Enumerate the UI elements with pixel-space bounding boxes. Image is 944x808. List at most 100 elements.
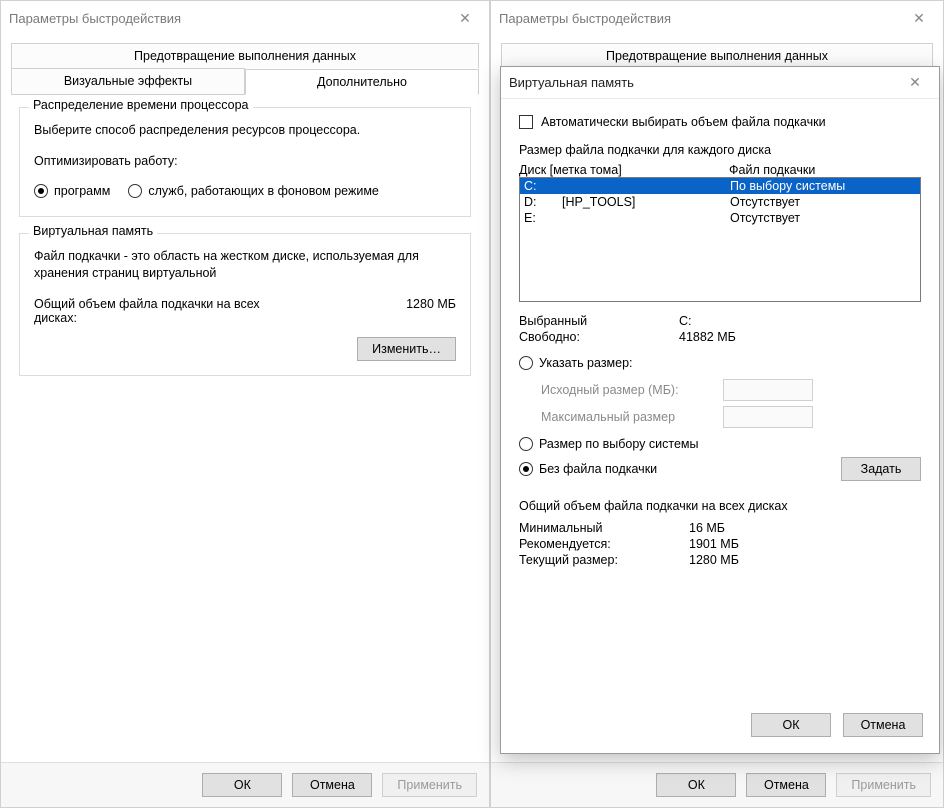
initial-size-label: Исходный размер (МБ): — [541, 383, 723, 397]
tab-visual-effects[interactable]: Визуальные эффекты — [11, 68, 245, 94]
radio-label: Без файла подкачки — [539, 462, 657, 476]
radio-icon — [34, 184, 48, 198]
radio-icon — [128, 184, 142, 198]
radio-icon — [519, 437, 533, 451]
cur-value: 1280 МБ — [689, 553, 739, 567]
col-pagefile: Файл подкачки — [729, 163, 921, 177]
titlebar: Параметры быстродействия ✕ — [491, 1, 943, 35]
free-value: 41882 МБ — [679, 330, 736, 344]
cancel-button[interactable]: Отмена — [746, 773, 826, 797]
drive-label: [HP_TOOLS] — [562, 195, 730, 209]
close-icon[interactable]: ✕ — [903, 10, 935, 27]
group-legend: Распределение времени процессора — [29, 98, 253, 112]
rec-row: Рекомендуется: 1901 МБ — [519, 537, 921, 551]
radio-background-services[interactable]: служб, работающих в фоновом режиме — [128, 184, 379, 198]
body: Предотвращение выполнения данных Визуаль… — [1, 35, 489, 762]
perf-options-window-left: Параметры быстродействия ✕ Предотвращени… — [0, 0, 490, 808]
max-size-label: Максимальный размер — [541, 410, 723, 424]
radio-label: Размер по выбору системы — [539, 437, 699, 451]
drive-pagefile: Отсутствует — [730, 195, 916, 209]
cancel-button[interactable]: Отмена — [843, 713, 923, 737]
drive-letter: E: — [524, 211, 562, 225]
ok-button[interactable]: ОК — [656, 773, 736, 797]
cpu-desc: Выберите способ распределения ресурсов п… — [34, 122, 456, 140]
group-processor-scheduling: Распределение времени процессора Выберит… — [19, 107, 471, 217]
vm-total-value: 1280 МБ — [406, 297, 456, 325]
tab-dep[interactable]: Предотвращение выполнения данных — [501, 43, 933, 68]
col-drive: Диск [метка тома] — [519, 163, 729, 177]
checkbox-label: Автоматически выбирать объем файла подка… — [541, 115, 826, 129]
rec-label: Рекомендуется: — [519, 537, 689, 551]
group-legend: Виртуальная память — [29, 224, 157, 238]
radio-icon — [519, 356, 533, 370]
window-title: Параметры быстродействия — [499, 11, 903, 26]
dialog-button-row: ОК Отмена — [501, 701, 939, 753]
checkbox-icon — [519, 115, 533, 129]
apply-button: Применить — [836, 773, 931, 797]
min-value: 16 МБ — [689, 521, 725, 535]
vm-desc: Файл подкачки - это область на жестком д… — [34, 248, 456, 283]
min-label: Минимальный — [519, 521, 689, 535]
drive-pagefile: По выбору системы — [730, 179, 916, 193]
initial-size-row: Исходный размер (МБ): — [541, 379, 921, 401]
no-pagefile-row: Без файла подкачки Задать — [519, 457, 921, 481]
radio-label: программ — [54, 184, 110, 198]
radio-icon — [519, 462, 533, 476]
dialog-title: Виртуальная память — [509, 75, 899, 90]
close-icon[interactable]: ✕ — [449, 10, 481, 27]
radio-no-pagefile[interactable]: Без файла подкачки — [519, 462, 657, 476]
titlebar: Виртуальная память ✕ — [501, 67, 939, 99]
ok-button[interactable]: ОК — [751, 713, 831, 737]
set-button[interactable]: Задать — [841, 457, 921, 481]
change-button[interactable]: Изменить… — [357, 337, 456, 361]
drive-pagefile: Отсутствует — [730, 211, 916, 225]
drive-letter: C: — [524, 179, 562, 193]
selected-label: Выбранный — [519, 314, 679, 328]
selected-drive-row: Выбранный C: — [519, 314, 921, 328]
tab-advanced[interactable]: Дополнительно — [245, 69, 479, 95]
titlebar: Параметры быстродействия ✕ — [1, 1, 489, 35]
auto-manage-checkbox[interactable]: Автоматически выбирать объем файла подка… — [519, 115, 921, 129]
cpu-radio-row: программ служб, работающих в фоновом реж… — [34, 180, 456, 202]
free-label: Свободно: — [519, 330, 679, 344]
drive-label — [562, 211, 730, 225]
apply-button: Применить — [382, 773, 477, 797]
rec-value: 1901 МБ — [689, 537, 739, 551]
radio-label: Указать размер: — [539, 356, 633, 370]
ok-button[interactable]: ОК — [202, 773, 282, 797]
totals: Минимальный 16 МБ Рекомендуется: 1901 МБ… — [519, 521, 921, 567]
dialog-buttons: ОК Отмена Применить — [1, 762, 489, 807]
drive-list[interactable]: C: По выбору системы D: [HP_TOOLS] Отсут… — [519, 177, 921, 302]
optimize-label: Оптимизировать работу: — [34, 154, 456, 168]
tab-dep[interactable]: Предотвращение выполнения данных — [11, 43, 479, 68]
advanced-panel: Распределение времени процессора Выберит… — [11, 95, 479, 404]
max-size-input — [723, 406, 813, 428]
cur-row: Текущий размер: 1280 МБ — [519, 553, 921, 567]
cur-label: Текущий размер: — [519, 553, 689, 567]
list-header: Диск [метка тома] Файл подкачки — [519, 163, 921, 177]
list-item[interactable]: D: [HP_TOOLS] Отсутствует — [520, 194, 920, 210]
drive-letter: D: — [524, 195, 562, 209]
cancel-button[interactable]: Отмена — [292, 773, 372, 797]
radio-system-managed[interactable]: Размер по выбору системы — [519, 437, 699, 451]
per-drive-label: Размер файла подкачки для каждого диска — [519, 143, 921, 157]
dialog-body: Автоматически выбирать объем файла подка… — [501, 99, 939, 701]
vm-total-label: Общий объем файла подкачки на всех диска… — [34, 297, 294, 325]
free-space-row: Свободно: 41882 МБ — [519, 330, 921, 344]
vm-total-row: Общий объем файла подкачки на всех диска… — [34, 297, 456, 325]
list-item[interactable]: E: Отсутствует — [520, 210, 920, 226]
totals-header: Общий объем файла подкачки на всех диска… — [519, 499, 921, 513]
dialog-buttons: ОК Отмена Применить — [491, 762, 943, 807]
radio-label: служб, работающих в фоновом режиме — [148, 184, 379, 198]
group-virtual-memory: Виртуальная память Файл подкачки - это о… — [19, 233, 471, 376]
radio-custom-size[interactable]: Указать размер: — [519, 356, 633, 370]
selected-value: C: — [679, 314, 692, 328]
max-size-row: Максимальный размер — [541, 406, 921, 428]
list-item[interactable]: C: По выбору системы — [520, 178, 920, 194]
close-icon[interactable]: ✕ — [899, 74, 931, 91]
initial-size-input — [723, 379, 813, 401]
size-options: Указать размер: Исходный размер (МБ): Ма… — [519, 352, 921, 481]
min-row: Минимальный 16 МБ — [519, 521, 921, 535]
radio-programs[interactable]: программ — [34, 184, 110, 198]
drive-label — [562, 179, 730, 193]
